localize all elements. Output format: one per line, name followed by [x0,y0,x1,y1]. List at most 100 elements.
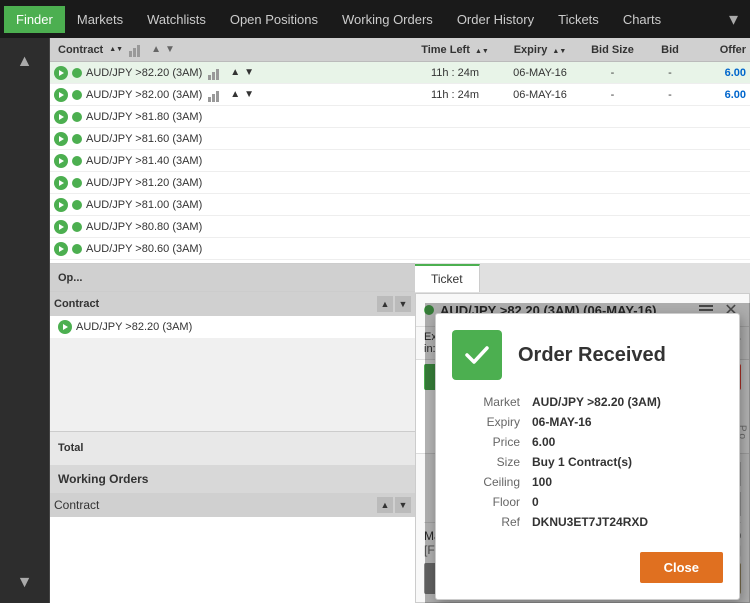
row-contract: AUD/JPY >81.00 (3AM) [50,198,410,212]
ticket-tab[interactable]: Ticket [415,264,480,292]
contract-panel: Contract ▲ ▼ AUD/JPY >82.20 (3AM) [50,291,415,431]
detail-value: 6.00 [532,435,723,449]
nav-charts[interactable]: Charts [611,6,673,33]
checkmark-circle [452,330,502,380]
ticket-overlay: Ticket AUD/JPY >82.20 (3AM) (06-MAY-16) [415,263,750,603]
nav-order-history[interactable]: Order History [445,6,546,33]
bar-chart-icon [129,43,145,57]
row-contract: AUD/JPY >82.00 (3AM) ▲ ▼ [50,88,410,102]
open-positions-panel: Op... [50,263,415,291]
contract-name: AUD/JPY >81.40 (3AM) [86,155,202,167]
nav-working-orders[interactable]: Working Orders [330,6,445,33]
order-dialog-header: Order Received [436,314,739,392]
panel-arrow-down[interactable]: ▼ [395,296,411,312]
detail-label: Expiry [452,415,532,429]
wo-arrow-down[interactable]: ▼ [395,497,411,513]
order-close-button[interactable]: Close [640,552,723,583]
col-arrow-down[interactable]: ▼ [165,44,175,55]
contract-name: AUD/JPY >81.80 (3AM) [86,111,202,123]
row-offer[interactable]: 6.00 [695,67,750,79]
detail-value: 100 [532,475,723,489]
status-dot [72,222,82,232]
table-row[interactable]: AUD/JPY >82.20 (3AM) ▲ ▼ 11h : 24m 06-MA… [50,62,750,84]
open-positions-header: Op... [50,264,415,292]
order-detail-row: Market AUD/JPY >82.20 (3AM) [452,392,723,412]
table-row[interactable]: AUD/JPY >81.60 (3AM) [50,128,750,150]
table-row[interactable]: AUD/JPY >81.40 (3AM) [50,150,750,172]
contract-name: AUD/JPY >80.80 (3AM) [86,221,202,233]
nav-finder[interactable]: Finder [4,6,65,33]
row-expiry: 06-MAY-16 [500,89,580,101]
table-row[interactable]: AUD/JPY >81.00 (3AM) [50,194,750,216]
row-contract: AUD/JPY >81.20 (3AM) [50,176,410,190]
sidebar-scroll-up[interactable]: ▲ [7,44,43,80]
row-offer[interactable]: 6.00 [695,89,750,101]
play-icon [54,110,68,124]
left-panels: Op... Contract ▲ ▼ AUD/JPY >82.20 (3A [50,263,415,603]
order-details: Market AUD/JPY >82.20 (3AM) Expiry 06-MA… [436,392,739,544]
col-arrow-up[interactable]: ▲ [151,44,161,55]
top-navigation: Finder Markets Watchlists Open Positions… [0,0,750,38]
contract-sort-icon[interactable]: ▲▼ [109,46,123,53]
row-bidsize: - [580,67,645,79]
table-row[interactable]: AUD/JPY >81.20 (3AM) [50,172,750,194]
order-detail-row: Size Buy 1 Contract(s) [452,452,723,472]
expiry-sort-icon[interactable]: ▲▼ [552,48,566,55]
nav-markets[interactable]: Markets [65,6,135,33]
detail-label: Floor [452,495,532,509]
bottom-panels: Op... Contract ▲ ▼ AUD/JPY >82.20 (3A [50,263,750,603]
col-header-timeleft[interactable]: Time Left ▲▼ [410,44,500,56]
nav-watchlists[interactable]: Watchlists [135,6,218,33]
chart-icon [208,88,224,102]
contract-panel-title: Contract [54,298,99,310]
working-orders-body [50,517,415,603]
left-sidebar: ▲ ▼ [0,38,50,603]
col-header-contract[interactable]: Contract ▲▼ ▲ ▼ [50,43,410,57]
col-header-bidsize[interactable]: Bid Size [580,44,645,56]
checkmark-icon [462,340,492,370]
detail-value: AUD/JPY >82.20 (3AM) [532,395,723,409]
status-dot [72,68,82,78]
play-icon [54,88,68,102]
table-row[interactable]: AUD/JPY >81.80 (3AM) [50,106,750,128]
total-panel: Total [50,431,415,465]
nav-tickets[interactable]: Tickets [546,6,611,33]
status-dot [72,90,82,100]
row-expiry: 06-MAY-16 [500,67,580,79]
right-panel: Ticket AUD/JPY >82.20 (3AM) (06-MAY-16) [415,263,750,603]
play-icon [54,220,68,234]
nav-open-positions[interactable]: Open Positions [218,6,330,33]
table-row[interactable]: AUD/JPY >82.00 (3AM) ▲ ▼ 11h : 24m 06-MA… [50,84,750,106]
working-orders-panel: Working Orders Contract ▲ ▼ [50,465,415,603]
contract-entry[interactable]: AUD/JPY >82.20 (3AM) [50,316,415,338]
row-arrow-down[interactable]: ▼ [244,67,254,78]
sidebar-scroll-down[interactable]: ▼ [7,565,43,601]
row-contract: AUD/JPY >82.20 (3AM) ▲ ▼ [50,66,410,80]
play-icon [54,242,68,256]
detail-label: Ref [452,515,532,529]
col-header-expiry[interactable]: Expiry ▲▼ [500,44,580,56]
row-arrow-up[interactable]: ▲ [230,89,240,100]
row-arrow-up[interactable]: ▲ [230,67,240,78]
content-area: Contract ▲▼ ▲ ▼ Time Left ▲▼ Expiry ▲▼ [50,38,750,603]
panel-arrow-up[interactable]: ▲ [377,296,393,312]
nav-dropdown-icon[interactable]: ▾ [721,9,746,30]
detail-label: Ceiling [452,475,532,489]
timeleft-sort-icon[interactable]: ▲▼ [475,48,489,55]
main-layout: ▲ ▼ Contract ▲▼ ▲ ▼ Time Left ▲▼ [0,38,750,603]
wo-arrow-up[interactable]: ▲ [377,497,393,513]
row-arrow-down[interactable]: ▼ [244,89,254,100]
contract-name: AUD/JPY >81.20 (3AM) [86,177,202,189]
table-row[interactable]: AUD/JPY >80.80 (3AM) [50,216,750,238]
play-icon [54,176,68,190]
working-orders-contract-label: Contract [54,498,99,512]
table-row[interactable]: AUD/JPY >80.60 (3AM) [50,238,750,260]
col-header-bid[interactable]: Bid [645,44,695,56]
play-icon [54,198,68,212]
working-orders-header: Working Orders [50,465,415,493]
order-received-dialog: Order Received Market AUD/JPY >82.20 (3A… [435,313,740,600]
col-header-offer[interactable]: Offer [695,44,750,56]
status-dot [72,244,82,254]
play-icon [54,154,68,168]
chart-icon [208,66,224,80]
